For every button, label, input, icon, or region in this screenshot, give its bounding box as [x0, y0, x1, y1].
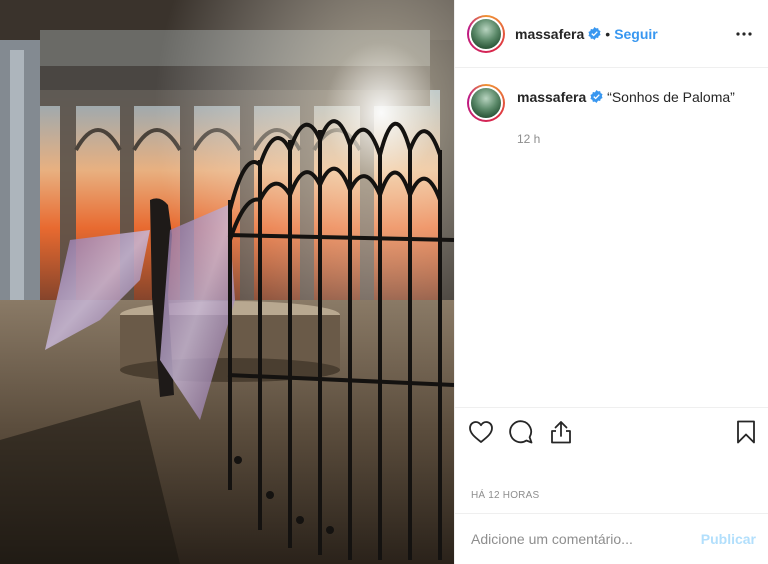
comment-icon: [509, 419, 533, 443]
save-button[interactable]: [726, 412, 756, 452]
comment-button[interactable]: [509, 412, 549, 452]
comment-bar: Publicar: [455, 513, 768, 564]
verified-badge-icon: [588, 27, 601, 40]
caption-time[interactable]: 12 h: [517, 132, 756, 146]
action-bar: [455, 407, 768, 455]
caption-username-link[interactable]: massafera: [517, 89, 586, 105]
post-timestamp[interactable]: HÁ 12 HORAS: [471, 490, 539, 501]
caption-body: “Sonhos de Paloma”: [607, 89, 735, 105]
stage-scene-image: [0, 0, 454, 564]
caption-avatar-image: [469, 86, 503, 120]
follow-button[interactable]: Seguir: [614, 26, 658, 42]
caption-text: massafera “Sonhos de Paloma”: [517, 84, 735, 106]
post-photo[interactable]: [0, 0, 454, 564]
bookmark-icon: [737, 420, 755, 443]
more-options-icon: [736, 31, 752, 36]
share-icon: [551, 420, 571, 443]
post-side-panel: massafera • Seguir massafera “Sonhos de …: [454, 0, 768, 564]
username-link[interactable]: massafera: [515, 26, 584, 42]
instagram-post: massafera • Seguir massafera “Sonhos de …: [0, 0, 768, 564]
separator-dot: •: [605, 25, 611, 42]
post-header: massafera • Seguir: [455, 0, 768, 68]
caption-verified-badge-icon: [590, 90, 603, 103]
like-button[interactable]: [469, 412, 509, 452]
caption-avatar[interactable]: [467, 84, 505, 122]
heart-icon: [469, 420, 493, 443]
comment-input[interactable]: [471, 531, 701, 547]
avatar[interactable]: [467, 14, 505, 53]
publish-button[interactable]: Publicar: [701, 531, 756, 547]
share-button[interactable]: [549, 412, 589, 452]
caption-area: massafera “Sonhos de Paloma” 12 h: [455, 68, 768, 406]
avatar-image: [469, 16, 503, 51]
caption-row: massafera “Sonhos de Paloma”: [467, 84, 756, 122]
more-options-button[interactable]: [732, 22, 756, 46]
